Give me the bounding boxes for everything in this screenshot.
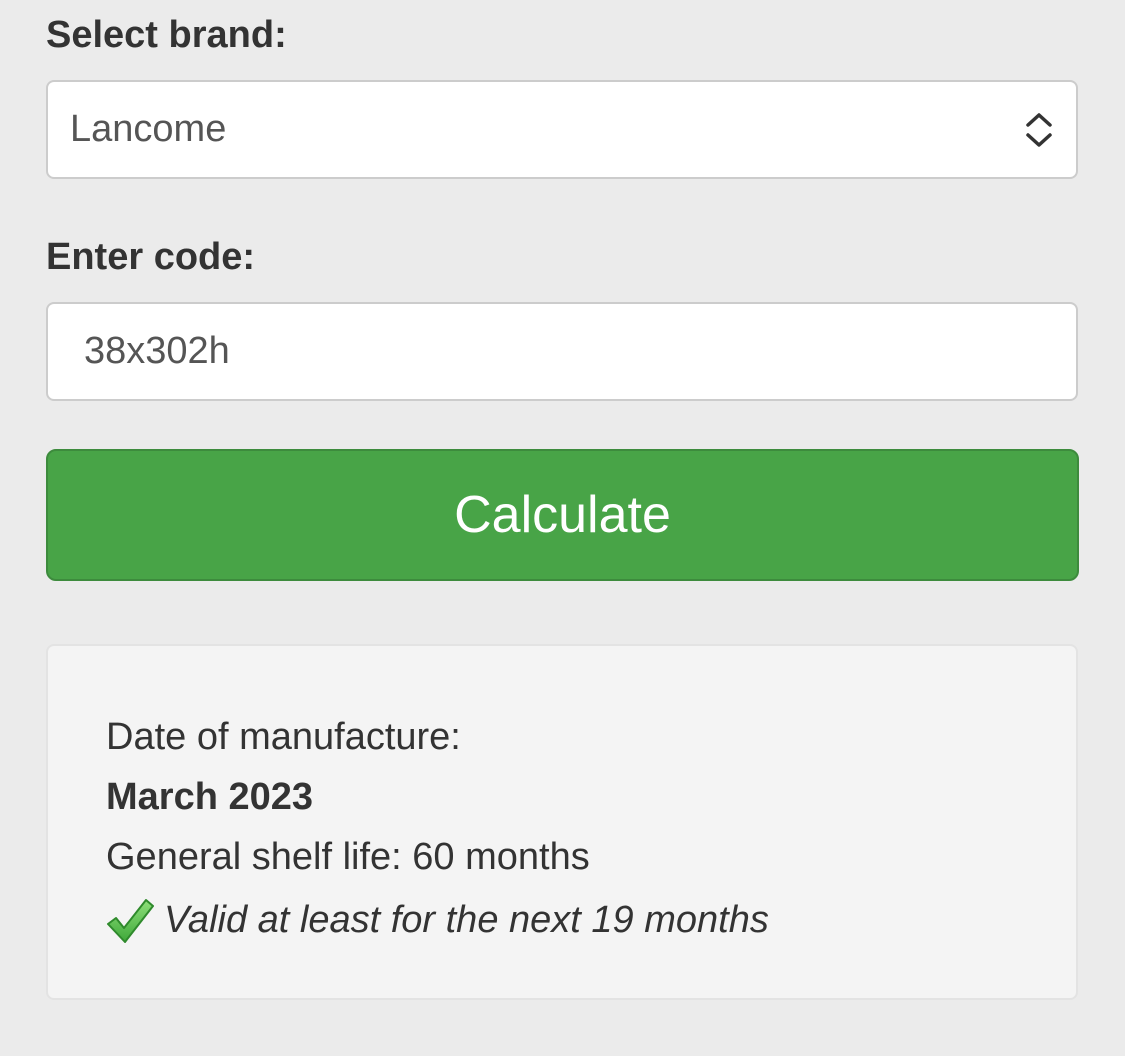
- brand-label: Select brand:: [46, 14, 287, 56]
- code-input[interactable]: 38x302h: [46, 302, 1078, 401]
- brand-select-value: Lancome: [70, 108, 227, 150]
- result-panel: Date of manufacture: March 2023 General …: [46, 644, 1078, 1000]
- checkmark-icon: [107, 899, 154, 943]
- validity-text: Valid at least for the next 19 months: [164, 899, 769, 941]
- validity-row: Valid at least for the next 19 months: [104, 894, 769, 946]
- code-input-value: 38x302h: [84, 330, 230, 372]
- brand-select[interactable]: Lancome: [46, 80, 1078, 179]
- manufacture-date-value: March 2023: [106, 776, 314, 818]
- code-label: Enter code:: [46, 236, 256, 278]
- manufacture-date-label: Date of manufacture:: [106, 716, 461, 758]
- chevron-up-down-icon: [1026, 112, 1052, 147]
- calculate-button[interactable]: Calculate: [46, 449, 1079, 581]
- shelf-life-text: General shelf life: 60 months: [106, 836, 590, 878]
